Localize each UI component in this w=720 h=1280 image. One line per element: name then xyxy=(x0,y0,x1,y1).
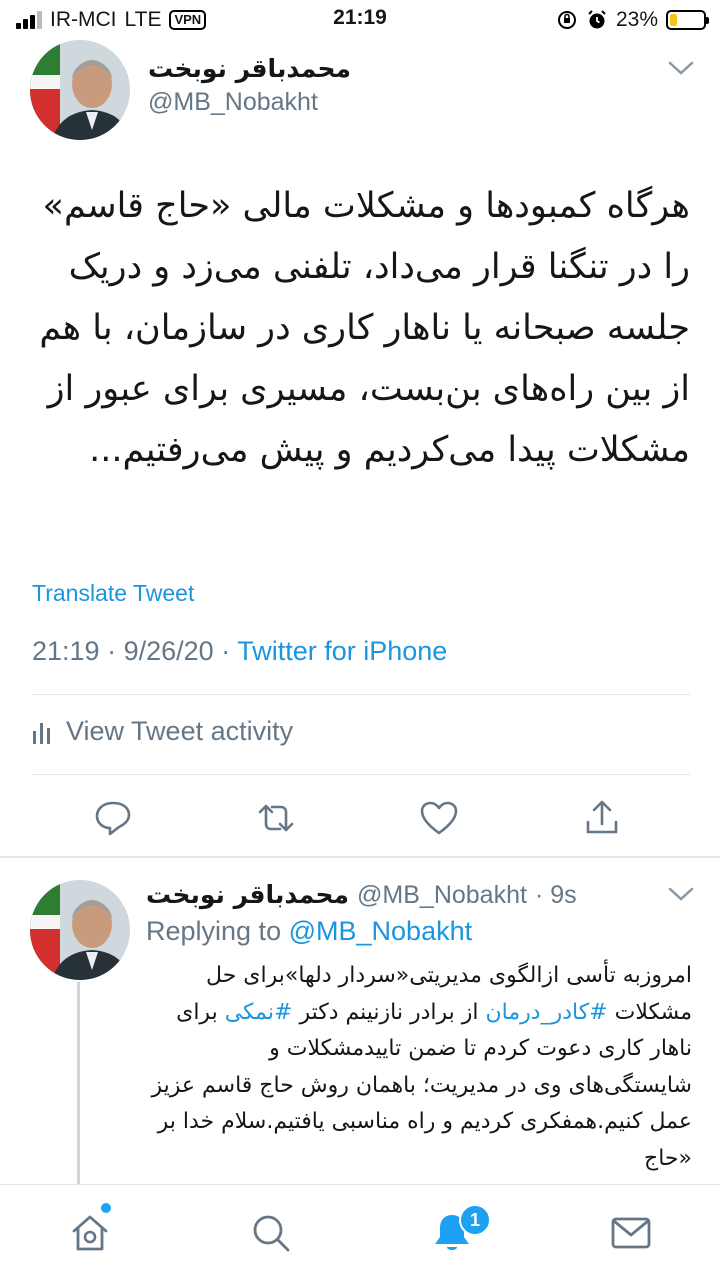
reply-author-handle[interactable]: @MB_Nobakht xyxy=(357,881,527,910)
replying-to: Replying to @MB_Nobakht xyxy=(146,916,472,947)
analytics-icon xyxy=(33,722,50,744)
reply-text-part: از برادر نازنینم دکتر xyxy=(292,999,486,1025)
search-icon[interactable] xyxy=(249,1211,293,1255)
rotation-lock-icon xyxy=(557,11,576,29)
section-divider xyxy=(0,856,720,858)
divider xyxy=(32,694,690,695)
author-handle[interactable]: @MB_Nobakht xyxy=(148,88,318,117)
tab-bar xyxy=(0,1184,720,1280)
notification-badge: 1 xyxy=(459,1204,491,1236)
reply-age: · 9s xyxy=(534,881,577,909)
reply-header: محمدباقر نوبخت @MB_Nobakht · 9s xyxy=(146,880,577,910)
tweet-meta: 21:19 · 9/26/20 · Twitter for iPhone xyxy=(32,636,447,667)
share-icon[interactable] xyxy=(582,798,622,838)
hashtag-link[interactable]: #نمکی xyxy=(225,1000,293,1025)
hashtag-link[interactable]: #کادر_درمان xyxy=(486,1000,608,1025)
reply-icon[interactable] xyxy=(93,798,133,838)
meta-separator: · xyxy=(221,636,231,666)
tweet-source-link[interactable]: Twitter for iPhone xyxy=(237,636,447,666)
messages-icon[interactable] xyxy=(609,1211,653,1255)
meta-separator: · xyxy=(107,636,117,666)
status-right: 23% xyxy=(556,6,709,34)
chevron-down-icon[interactable] xyxy=(668,60,694,76)
author-name[interactable]: محمدباقر نوبخت xyxy=(148,54,351,83)
home-new-dot xyxy=(101,1203,111,1213)
retweet-icon[interactable] xyxy=(256,798,296,838)
like-icon[interactable] xyxy=(419,798,459,838)
tweet-text: هرگاه کمبودها و مشکلات مالی «حاج قاسم» ر… xyxy=(39,186,690,470)
alarm-icon xyxy=(588,10,606,29)
replying-to-handle[interactable]: @MB_Nobakht xyxy=(289,916,473,946)
replying-prefix: Replying to xyxy=(146,916,282,946)
reply-avatar[interactable] xyxy=(30,880,130,980)
status-bar: IR-MCI LTE VPN 21:19 23% xyxy=(0,0,720,40)
reply-tweet-text: امروزبه تأسی ازالگوی مدیریتی«سردار دلها»… xyxy=(146,958,693,1177)
reply-text-part: برای ناهار کاری دعوت کردم تا ضمن تاییدمش… xyxy=(151,999,693,1171)
view-tweet-activity[interactable]: View Tweet activity xyxy=(32,716,293,747)
tweet-time: 21:19 xyxy=(32,636,100,666)
divider xyxy=(32,774,690,775)
home-icon[interactable] xyxy=(68,1211,112,1255)
activity-label: View Tweet activity xyxy=(66,716,294,746)
battery-percent: 23% xyxy=(615,8,658,31)
thread-line xyxy=(77,982,80,1192)
battery-icon xyxy=(666,10,709,30)
translate-tweet-link[interactable]: Translate Tweet xyxy=(32,580,194,607)
tweet-date: 9/26/20 xyxy=(123,636,214,666)
reply-author-name[interactable]: محمدباقر نوبخت xyxy=(146,880,349,909)
avatar[interactable] xyxy=(30,40,130,140)
chevron-down-icon[interactable] xyxy=(668,886,694,902)
